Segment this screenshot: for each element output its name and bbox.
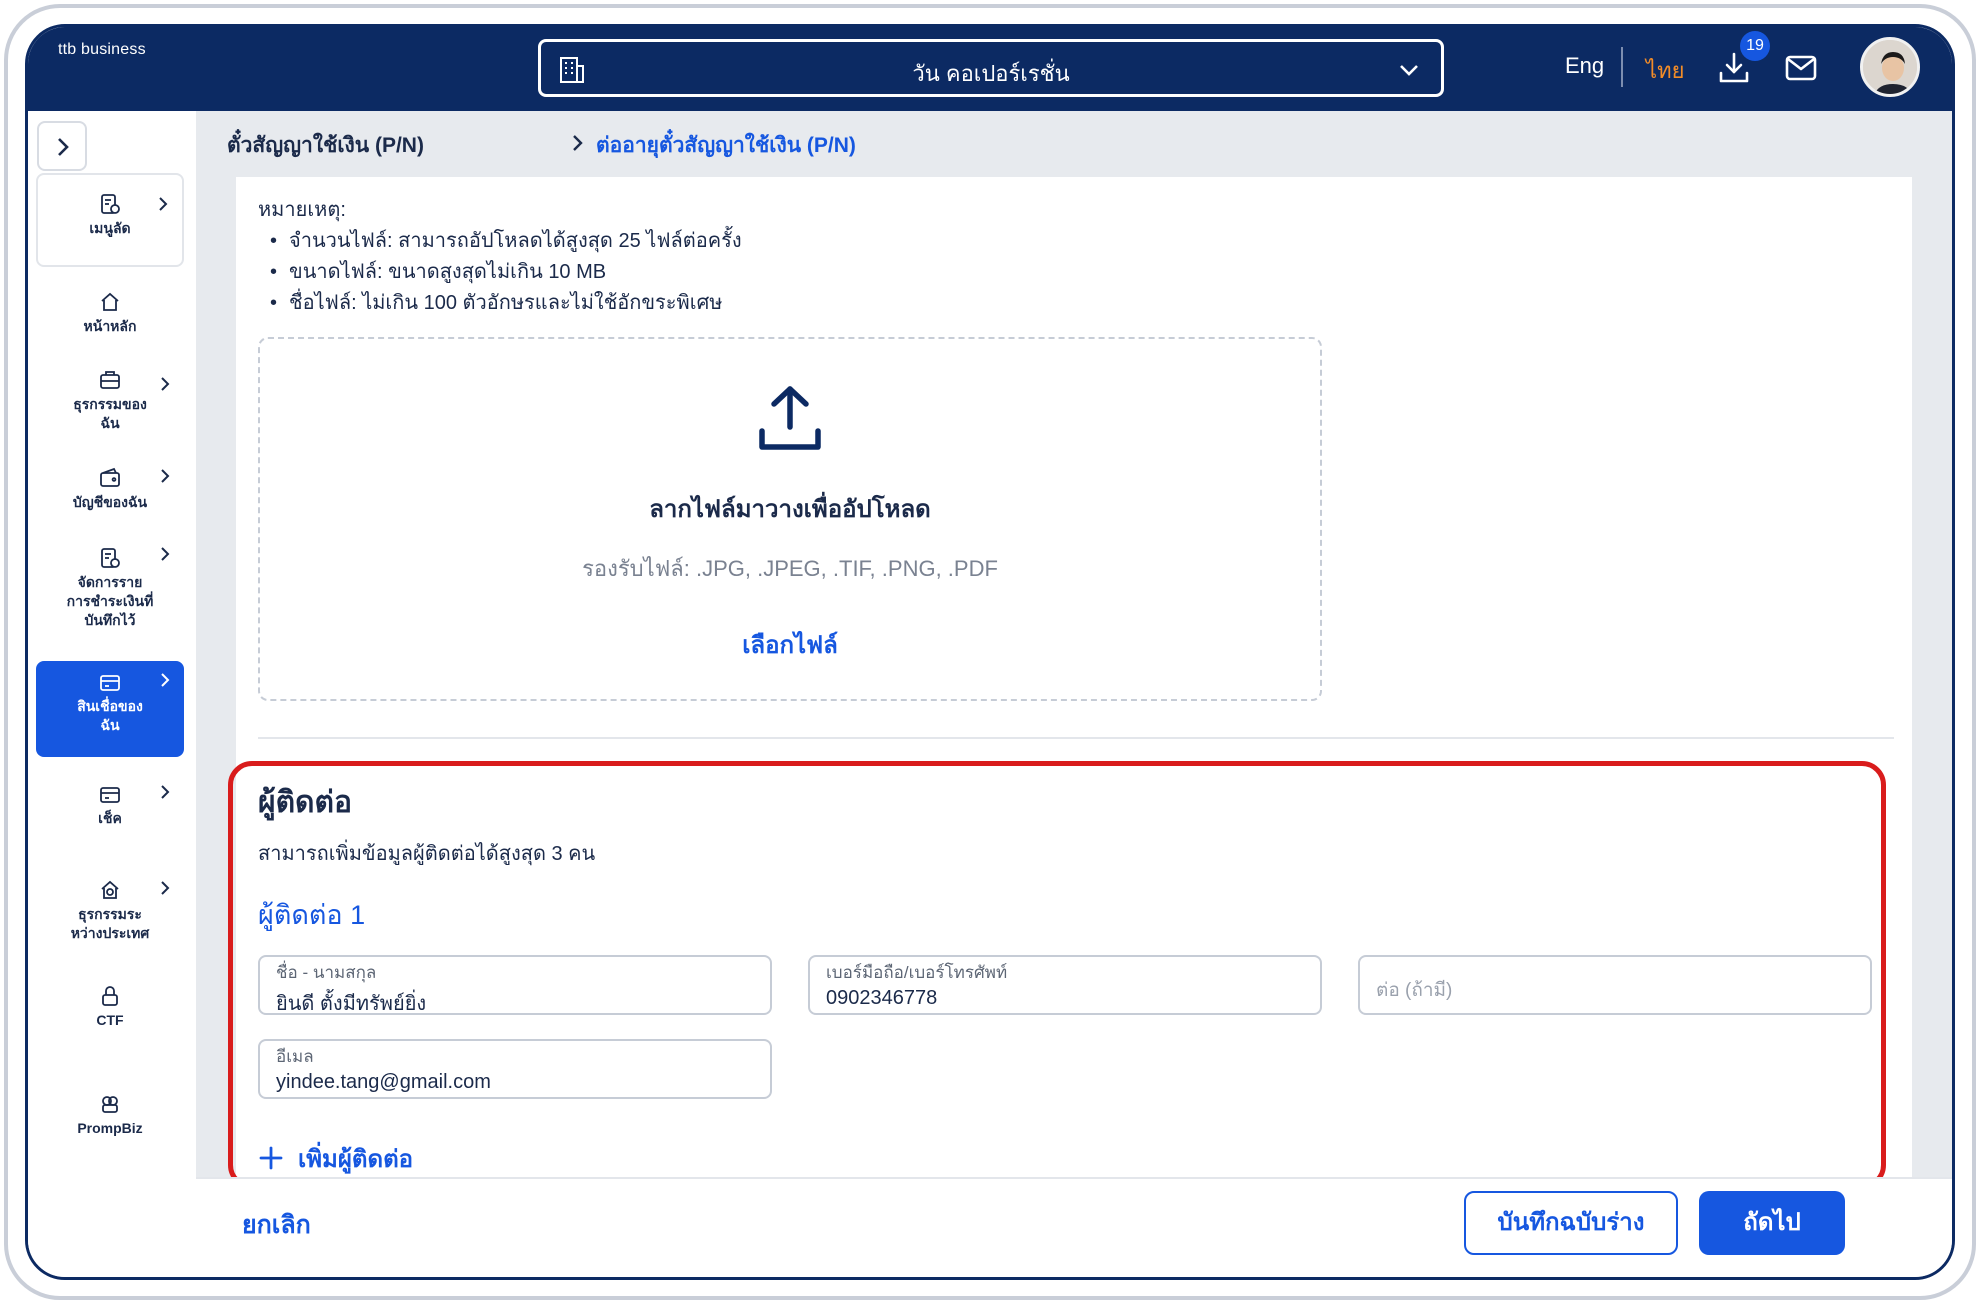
- sidebar-item-prompbiz[interactable]: PrompBiz: [36, 1085, 184, 1155]
- sidebar-item-ctf[interactable]: CTF: [36, 977, 184, 1047]
- chevron-right-icon: [161, 673, 170, 687]
- note-item: ขนาดไฟล์: ขนาดสูงสุดไม่เกิน 10 MB: [270, 257, 742, 288]
- sidebar-toggle[interactable]: [37, 121, 87, 171]
- note-item: จำนวนไฟล์: สามารถอัปโหลดได้สูงสุด 25 ไฟล…: [270, 226, 742, 257]
- chevron-right-icon: [161, 377, 170, 391]
- contact-section-description: สามารถเพิ่มข้อมูลผู้ติดต่อได้สูงสุด 3 คน: [258, 843, 596, 865]
- lang-thai[interactable]: ไทย: [1646, 53, 1684, 88]
- company-selector[interactable]: วัน คอเปอร์เรชั่น: [538, 39, 1444, 97]
- save-draft-button[interactable]: บันทึกฉบับร่าง: [1464, 1191, 1678, 1255]
- user-avatar[interactable]: [1860, 37, 1920, 97]
- dropzone-title: ลากไฟล์มาวางเพื่ออัปโหลด: [649, 496, 931, 523]
- lang-divider: [1621, 47, 1623, 87]
- download-count-badge: 19: [1740, 31, 1770, 61]
- chevron-right-icon: [573, 135, 583, 151]
- dropzone-accepted-types: รองรับไฟล์: .JPG, .JPEG, .TIF, .PNG, .PD…: [582, 556, 998, 581]
- sidebar-item-shortcut-menu[interactable]: เมนูลัด: [36, 173, 184, 267]
- file-dropzone[interactable]: ลากไฟล์มาวางเพื่ออัปโหลด รองรับไฟล์: .JP…: [258, 337, 1322, 701]
- sidebar-item-label: หน้าหลัก: [83, 318, 137, 334]
- sidebar-item-label: เมนูลัด: [89, 220, 131, 236]
- chevron-right-icon: [161, 469, 170, 483]
- sidebar-item-international[interactable]: ธุรกรรมระ หว่างประเทศ: [36, 863, 184, 953]
- chevron-right-icon: [161, 547, 170, 561]
- contact-section-title: ผู้ติดต่อ: [258, 786, 353, 819]
- contact-extension-field[interactable]: ต่อ (ถ้ามี): [1358, 955, 1872, 1015]
- mail-icon[interactable]: [1785, 55, 1817, 86]
- field-label: อีเมล: [276, 1047, 314, 1066]
- field-label: ชื่อ - นามสกุล: [276, 963, 377, 982]
- sidebar-item-my-loans[interactable]: สินเชื่อของ ฉัน: [36, 661, 184, 757]
- footer-actions: ยกเลิก บันทึกฉบับร่าง ถัดไป: [196, 1177, 1952, 1277]
- breadcrumb: ตั๋วสัญญาใช้เงิน (P/N) ต่ออายุตั๋วสัญญาใ…: [196, 111, 1952, 177]
- field-label: เบอร์มือถือ/เบอร์โทรศัพท์: [826, 963, 1008, 982]
- sidebar-item-label: ธุรกรรมระ หว่างประเทศ: [70, 906, 150, 941]
- add-contact-label: เพิ่มผู้ติดต่อ: [298, 1146, 414, 1173]
- sidebar-item-label: ธุรกรรมของ ฉัน: [73, 396, 147, 431]
- contact-phone-field[interactable]: เบอร์มือถือ/เบอร์โทรศัพท์ 0902346778: [808, 955, 1322, 1015]
- contact-name-field[interactable]: ชื่อ - นามสกุล ยินดี ตั้งมีทรัพย์ยิ่ง: [258, 955, 772, 1015]
- sidebar-item-saved-payments[interactable]: จัดการราย การชำระเงินที่ บันทึกไว้: [36, 539, 184, 639]
- sidebar-item-my-transactions[interactable]: ธุรกรรมของ ฉัน: [36, 355, 184, 447]
- chevron-right-icon: [161, 785, 170, 799]
- sidebar-item-label: CTF: [96, 1012, 124, 1028]
- field-value: yindee.tang@gmail.com: [276, 1071, 491, 1093]
- chevron-down-icon: [1397, 58, 1421, 87]
- breadcrumb-current: ต่ออายุตั๋วสัญญาใช้เงิน (P/N): [596, 134, 856, 157]
- main-content: หมายเหตุ: จำนวนไฟล์: สามารถอัปโหลดได้สูง…: [196, 177, 1952, 1189]
- app-screen: ttb business one วัน คอเปอร์เรชั่น Eng ไ…: [25, 24, 1955, 1280]
- sidebar-item-cheque[interactable]: เช็ค: [36, 773, 184, 847]
- add-contact-button[interactable]: เพิ่มผู้ติดต่อ: [258, 1139, 413, 1178]
- plus-icon: [259, 1146, 283, 1170]
- sidebar-item-my-accounts[interactable]: บัญชีของฉัน: [36, 457, 184, 529]
- sidebar-item-label: PrompBiz: [77, 1120, 143, 1136]
- note-item: ชื่อไฟล์: ไม่เกิน 100 ตัวอักษรและไม่ใช้อ…: [270, 288, 742, 319]
- contact-1-title: ผู้ติดต่อ 1: [258, 900, 366, 930]
- brand-logo[interactable]: ttb business one: [58, 41, 1952, 1191]
- chevron-right-icon: [159, 197, 168, 211]
- note-title: หมายเหตุ:: [258, 199, 346, 221]
- company-name: วัน คอเปอร์เรชั่น: [912, 61, 1070, 86]
- sidebar-item-label: เช็ค: [98, 810, 122, 826]
- breadcrumb-parent[interactable]: ตั๋วสัญญาใช้เงิน (P/N): [227, 129, 424, 162]
- top-header: ttb business one วัน คอเปอร์เรชั่น Eng ไ…: [28, 27, 1952, 1191]
- lang-eng[interactable]: Eng: [1565, 53, 1604, 79]
- field-value: 0902346778: [826, 987, 938, 1009]
- cancel-button[interactable]: ยกเลิก: [242, 1205, 311, 1245]
- sidebar: เมนูลัด หน้าหลัก ธุรกรรมของ ฉัน บัญชีของ…: [28, 111, 196, 1277]
- chevron-right-icon: [161, 881, 170, 895]
- form-panel: หมายเหตุ: จำนวนไฟล์: สามารถอัปโหลดได้สูง…: [228, 177, 1912, 1189]
- sidebar-item-home[interactable]: หน้าหลัก: [36, 277, 184, 349]
- sidebar-item-label: จัดการราย การชำระเงินที่ บันทึกไว้: [66, 574, 154, 628]
- field-value: ยินดี ตั้งมีทรัพย์ยิ่ง: [276, 993, 427, 1015]
- sidebar-item-label: สินเชื่อของ ฉัน: [77, 698, 143, 733]
- next-button[interactable]: ถัดไป: [1699, 1191, 1845, 1255]
- select-file-link[interactable]: เลือกไฟล์: [260, 625, 1320, 664]
- contact-email-field[interactable]: อีเมล yindee.tang@gmail.com: [258, 1039, 772, 1099]
- logo-sub: ttb business: [58, 41, 146, 58]
- section-divider: [258, 737, 1894, 739]
- sidebar-item-label: บัญชีของฉัน: [72, 494, 148, 510]
- field-placeholder: ต่อ (ถ้ามี): [1376, 980, 1453, 1001]
- upload-note: หมายเหตุ: จำนวนไฟล์: สามารถอัปโหลดได้สูง…: [258, 195, 742, 319]
- upload-icon: [756, 383, 824, 460]
